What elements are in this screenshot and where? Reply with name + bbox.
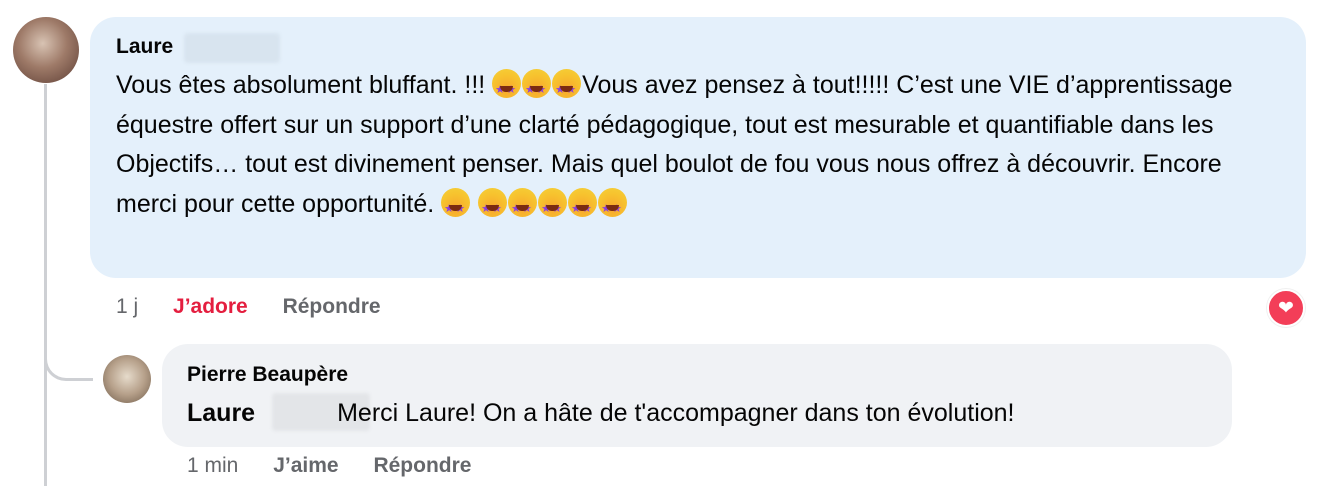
star-struck-emoji-icon [538,187,568,229]
star-struck-emoji-icon [568,187,598,229]
star-struck-emoji-icon [508,187,538,229]
reply-button[interactable]: Répondre [373,454,471,477]
comment-timestamp[interactable]: 1 j [116,295,138,318]
like-button[interactable]: J’aime [273,454,338,477]
reply-text: Laure Merci Laure! On a hâte de t'accompa… [187,395,1227,431]
avatar-pierre[interactable] [103,355,151,403]
mention-link[interactable]: Laure [187,399,255,427]
star-struck-emoji-icon [478,187,508,229]
reply-author[interactable]: Pierre Beaupère [187,363,348,387]
star-struck-emoji-icon [441,187,471,229]
star-struck-emoji-icon [598,187,628,229]
reply-actions: 1 min J’aime Répondre [187,454,500,478]
reply-timestamp[interactable]: 1 min [187,454,238,477]
star-struck-emoji-icon [492,69,522,111]
redacted-surname [184,33,280,63]
heart-reaction-icon[interactable]: ❤ [1267,289,1305,327]
reply-button[interactable]: Répondre [283,295,381,318]
comment-actions: 1 j J’adore Répondre [116,295,410,319]
star-struck-emoji-icon [522,69,552,111]
comment-author[interactable]: Laure [116,35,173,59]
reply-text-body: Merci Laure! On a hâte de t'accompagner … [337,399,1015,427]
thread-line [44,84,47,486]
love-button[interactable]: J’adore [173,295,248,318]
comment-text: Vous êtes absolument bluffant. !!! Vous … [116,66,1286,229]
reply-connector [44,330,93,381]
star-struck-emoji-icon [552,69,582,111]
avatar-laure[interactable] [13,17,79,83]
comment-text-part-1: Vous êtes absolument bluffant. !!! [116,71,493,99]
